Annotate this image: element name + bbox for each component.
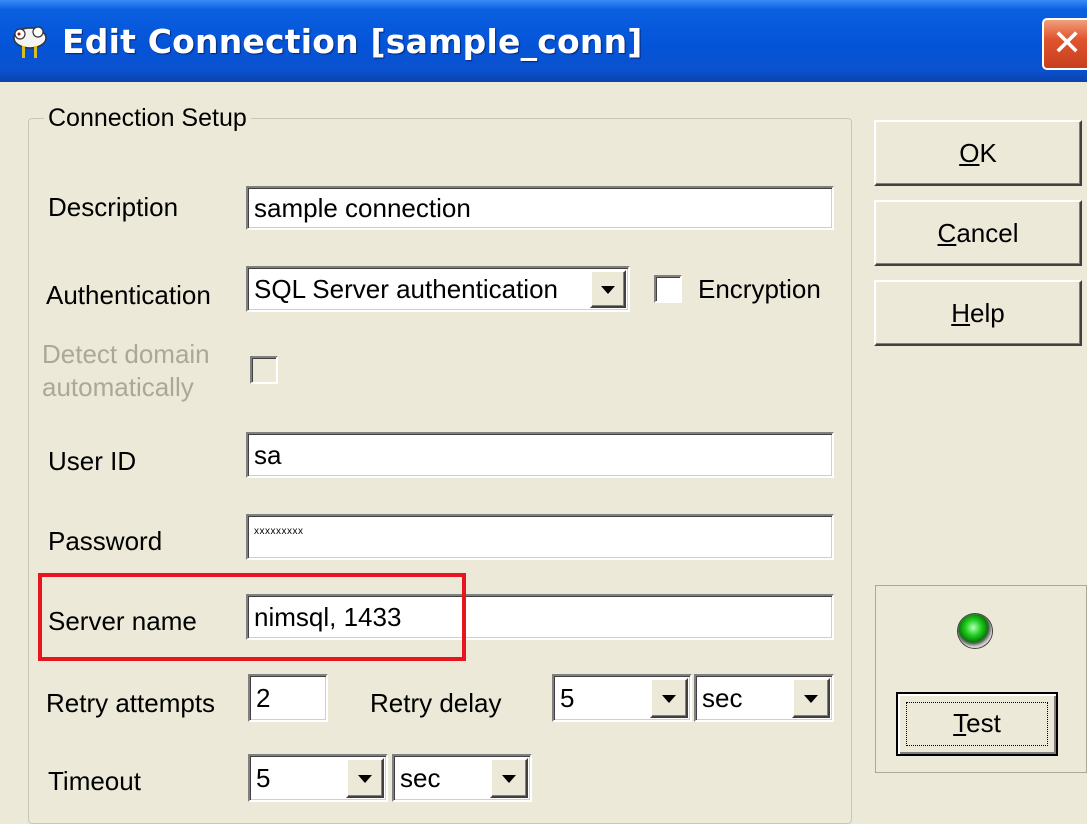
encryption-label: Encryption <box>698 274 821 304</box>
cancel-mnemonic: C <box>937 218 957 248</box>
ok-button[interactable]: OK <box>874 120 1082 186</box>
retry-delay-label: Retry delay <box>370 688 502 718</box>
connection-setup-label: Connection Setup <box>44 104 251 133</box>
chevron-down-icon <box>601 286 615 294</box>
sheep-app-icon <box>13 26 47 58</box>
retry-attempts-input[interactable]: 2 <box>248 674 328 722</box>
detect-domain-label: Detect domain automatically <box>42 339 210 402</box>
authentication-label: Authentication <box>46 280 211 310</box>
user-id-label: User ID <box>48 446 137 476</box>
close-icon: ✕ <box>1052 23 1083 64</box>
retry-delay-dropdown-button[interactable] <box>650 678 688 718</box>
authentication-select[interactable]: SQL Server authentication <box>246 266 630 312</box>
status-led-icon <box>958 614 992 648</box>
password-input[interactable]: xxxxxxxxx <box>246 514 834 560</box>
help-button[interactable]: Help <box>874 280 1082 346</box>
retry-attempts-label: Retry attempts <box>46 688 216 718</box>
chevron-down-icon <box>502 775 516 783</box>
help-label-rest: elp <box>970 298 1005 328</box>
retry-delay-unit-value: sec <box>702 683 743 713</box>
cancel-label-rest: ancel <box>956 218 1019 248</box>
help-mnemonic: H <box>951 298 971 328</box>
ok-label-rest: K <box>979 138 997 168</box>
timeout-label: Timeout <box>48 766 141 796</box>
timeout-value: 5 <box>256 763 271 793</box>
close-button[interactable]: ✕ <box>1042 18 1087 70</box>
authentication-dropdown-button[interactable] <box>590 270 626 308</box>
encryption-checkbox[interactable] <box>654 275 682 303</box>
cancel-button[interactable]: Cancel <box>874 200 1082 266</box>
retry-delay-unit-dropdown-button[interactable] <box>792 678 830 718</box>
timeout-unit-dropdown-button[interactable] <box>490 758 528 798</box>
title-bar[interactable]: Edit Connection [sample_conn] ✕ <box>0 0 1087 82</box>
focus-rectangle <box>906 702 1048 746</box>
description-input[interactable]: sample connection <box>246 186 834 230</box>
server-name-highlight-box <box>38 573 466 661</box>
retry-delay-value: 5 <box>560 683 575 713</box>
test-button[interactable]: Test <box>896 692 1058 756</box>
ok-mnemonic: O <box>959 138 980 168</box>
window-title: Edit Connection [sample_conn] <box>62 22 643 61</box>
timeout-unit-value: sec <box>400 763 441 793</box>
chevron-down-icon <box>358 775 372 783</box>
authentication-value: SQL Server authentication <box>254 274 558 304</box>
chevron-down-icon <box>804 695 818 703</box>
user-id-input[interactable]: sa <box>246 432 834 478</box>
timeout-dropdown-button[interactable] <box>346 758 384 798</box>
chevron-down-icon <box>662 695 676 703</box>
password-label: Password <box>48 526 163 556</box>
detect-domain-checkbox[interactable] <box>250 356 278 384</box>
description-label: Description <box>48 192 179 222</box>
